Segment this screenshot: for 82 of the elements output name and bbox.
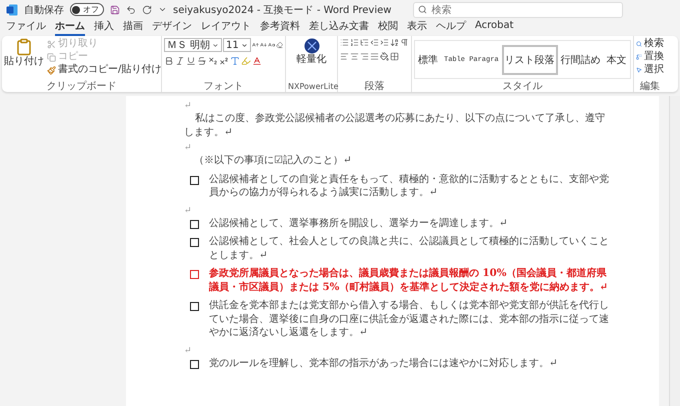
ribbon-tab[interactable]: 描画 [123,18,143,36]
align-center-icon[interactable] [350,52,359,61]
chevron-down-icon [240,42,248,48]
group-label: フォント [202,81,244,92]
find-icon [636,40,642,48]
superscript-icon[interactable] [219,56,229,66]
editing-button[interactable]: 検索 [636,38,664,50]
multilevel-list-icon[interactable] [360,38,369,47]
checklist-item-text: 公認候補として、社会人としての良識と共に、公認議員として積極的に活動していくこととします。↵ [209,235,610,262]
shading-icon[interactable] [380,52,389,61]
scissors-icon [47,40,56,48]
borders-icon[interactable] [390,52,399,61]
italic-icon[interactable] [175,56,185,66]
font-size-select[interactable]: 11 [223,38,251,52]
ribbon-tab[interactable]: レイアウト [201,18,251,36]
checkbox[interactable] [190,360,199,368]
ribbon-tab[interactable]: Acrobat [475,20,514,34]
ribbon-tab[interactable]: 挿入 [94,18,114,36]
strikethrough-icon[interactable] [197,56,207,66]
decrease-indent-icon[interactable] [370,38,379,47]
paragraph-mark: ↵ [184,142,193,154]
clipboard-icon [15,38,33,56]
group-label: クリップボード [46,81,118,92]
font-name-select[interactable]: ＭＳ 明朝 [164,38,222,52]
checkbox[interactable] [190,220,199,228]
document-title: seiyakusyo2024 - 互換モード - Word Preview [173,4,392,16]
sort-icon[interactable] [390,38,399,47]
paragraph-mark: ↵ [184,204,193,216]
note-text: （※以下の事項に☑記入のこと）↵ [194,154,353,168]
ribbon-tab[interactable]: デザイン [152,18,192,36]
checklist-item-text: 参政党所属議員となった場合は、議員歳費または議員報酬の 10%（国会議員・都道府県議員・市区議員）または 5%（町村議員）を基準として決定された額を党に納めます。↵ [209,267,609,294]
checklist-item-text: 党のルールを理解し、党本部の指示があった場合には速やかに対応します。↵ [209,356,559,370]
search-field[interactable]: 検索 [413,2,624,18]
paintbrush-icon [47,66,56,74]
checkbox[interactable] [190,270,199,279]
select-icon [636,66,642,74]
paragraph-mark: ↵ [184,344,193,356]
justify-icon[interactable] [370,52,379,61]
copy-icon [47,52,56,62]
group-label: 段落 [364,81,386,92]
underline-icon[interactable] [186,56,196,66]
style-item[interactable]: リスト段落 [502,44,558,74]
body-paragraph: 私はこの度、参政党公認候補者の公認選考の応募にあたり、以下の点について了承し、遵守します。↵ [184,112,606,139]
paste-button[interactable]: 貼り付け [4,38,44,81]
ribbon-tab[interactable]: 校閲 [378,18,398,36]
autosave-label: 自動保存 [24,4,64,16]
checkbox[interactable] [190,238,199,247]
customize-icon[interactable] [158,5,167,14]
redo-icon[interactable] [142,4,152,14]
save-icon[interactable] [110,4,120,14]
numbering-icon[interactable] [350,38,359,47]
checklist-item-text: 公認候補者としての自覚と責任をもって、積極的・意欲的に活動するとともに、支部や党員からの協力が得られるよう誠実に活動します。↵ [209,172,610,200]
undo-icon[interactable] [126,4,136,14]
ribbon-tab[interactable]: ヘルプ [436,18,466,36]
increase-indent-icon[interactable] [380,38,389,47]
ribbon-tab[interactable]: 差し込み文書 [309,18,369,36]
bullets-icon[interactable] [340,38,349,47]
text-effect-icon[interactable] [230,56,240,66]
font-color-icon[interactable] [252,56,262,66]
ribbon-tab[interactable]: 表示 [407,18,427,36]
format-painter-button[interactable]: 書式のコピー/貼り付け [47,64,162,76]
clear-format-icon[interactable] [276,40,283,50]
paragraph-mark: ↵ [184,100,193,112]
checklist-item-text: 公認候補として、選挙事務所を開設し、選挙カーを調達します。↵ [209,216,509,230]
ribbon-tab[interactable]: 参考資料 [260,18,300,36]
pilcrow-icon[interactable] [400,38,409,47]
align-right-icon[interactable] [360,52,369,61]
checkbox[interactable] [190,176,199,184]
group-label: スタイル [502,81,544,92]
autosave-toggle[interactable]: オフ [70,3,104,16]
compress-button[interactable]: 軽量化 [296,38,326,81]
editing-button[interactable]: 選択 [636,64,664,76]
chevron-down-icon [212,42,219,48]
bold-icon[interactable] [164,56,174,66]
editing-button[interactable]: 置換 [636,51,664,63]
subscript-icon[interactable] [208,56,218,66]
checklist-item-text: 供託金を党本部または党支部から借入する場合、もしくは党本部や党支部が供託を代行していた場合、選挙後に自身の口座に供託金が返還された際には、党本部の指示に従って速やかに返済ないし返還をします。↵ [209,299,610,340]
group-label: 編集 [639,81,661,92]
align-left-icon[interactable] [340,52,349,61]
ribbon-tab[interactable]: ファイル [6,18,46,36]
search-icon [418,5,428,14]
checkbox[interactable] [190,302,199,311]
